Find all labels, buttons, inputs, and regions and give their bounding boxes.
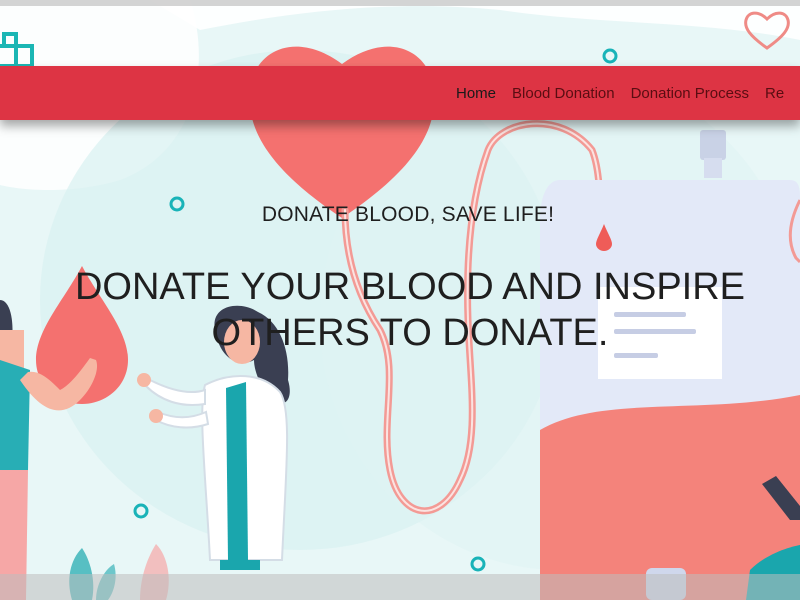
page: Home Blood Donation Donation Process Re … [0,0,800,600]
nav-links: Home Blood Donation Donation Process Re [456,66,784,120]
nav-item-blood-donation[interactable]: Blood Donation [512,85,615,102]
nav-item-donation-process[interactable]: Donation Process [631,85,749,102]
nav-item-truncated[interactable]: Re [765,85,784,102]
bottom-edge-shadow [0,574,800,600]
main-navbar: Home Blood Donation Donation Process Re [0,66,800,120]
hero-headline: DONATE YOUR BLOOD AND INSPIRE OTHERS TO … [74,266,746,354]
nav-item-home[interactable]: Home [456,85,496,102]
hero-tagline: DONATE BLOOD, SAVE LIFE! [261,203,555,226]
top-edge-shadow [0,0,800,6]
